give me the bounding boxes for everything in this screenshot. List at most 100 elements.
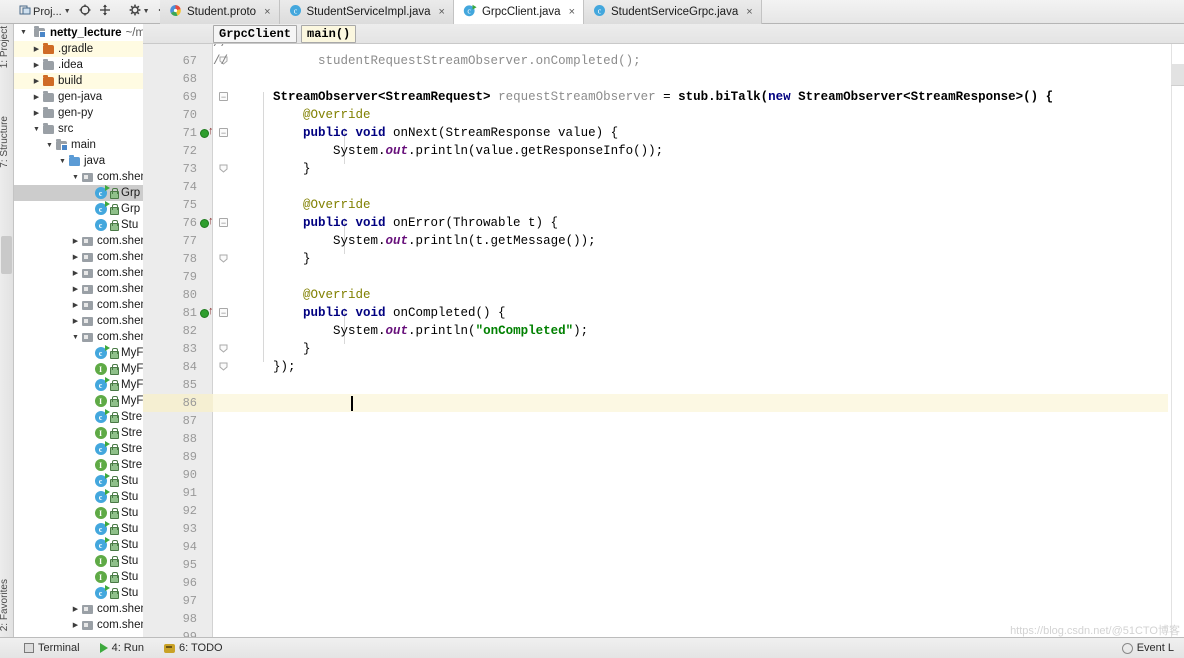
status-run-button[interactable]: 4: Run xyxy=(90,642,154,654)
chevron-right-icon[interactable]: ▶ xyxy=(70,253,81,261)
code-token: out xyxy=(385,234,409,248)
chevron-right-icon[interactable]: ▶ xyxy=(31,109,42,117)
chevron-right-icon[interactable]: ▶ xyxy=(83,493,94,501)
tab-studentservicegrpc-java[interactable]: c StudentServiceGrpc.java × xyxy=(584,0,762,24)
svg-text:c: c xyxy=(467,6,471,15)
line-number: 81 xyxy=(182,306,197,320)
status-terminal-button[interactable]: Terminal xyxy=(14,642,90,654)
tree-node-label: java xyxy=(84,155,106,167)
chevron-right-icon[interactable]: ▶ xyxy=(31,93,42,101)
package-icon xyxy=(82,332,93,342)
chevron-right-icon[interactable]: ▶ xyxy=(83,541,94,549)
chevron-right-icon[interactable]: ▶ xyxy=(83,397,94,405)
lock-icon xyxy=(109,508,119,519)
chevron-right-icon[interactable]: ▶ xyxy=(70,605,81,613)
tab-studentserviceimpl-java[interactable]: c StudentServiceImpl.java × xyxy=(279,0,454,24)
close-icon[interactable]: × xyxy=(746,6,752,18)
tab-grpcclient-java[interactable]: c GrpcClient.java × xyxy=(453,0,585,24)
chevron-right-icon[interactable]: ▶ xyxy=(83,349,94,357)
code-token: stub.biTalk( xyxy=(678,90,769,104)
tool-button-label: 1: Project xyxy=(0,26,10,69)
code-token: @Override xyxy=(213,198,371,212)
package-icon xyxy=(82,620,93,630)
code-token: public void xyxy=(303,126,386,140)
chevron-right-icon[interactable]: ▶ xyxy=(31,45,42,53)
chevron-right-icon[interactable]: ▶ xyxy=(83,445,94,453)
chevron-right-icon[interactable]: ▶ xyxy=(83,205,94,213)
locate-target-button[interactable] xyxy=(76,2,94,22)
chevron-right-icon[interactable]: ▶ xyxy=(83,461,94,469)
main-toolbar: Proj... ▼ ▼ Student.proto × c StudentSer… xyxy=(0,0,1184,24)
editor-right-margin[interactable] xyxy=(1171,44,1184,637)
tree-node-label: com.shen xyxy=(97,315,147,327)
chevron-right-icon[interactable]: ▶ xyxy=(70,317,81,325)
chevron-right-icon[interactable]: ▶ xyxy=(83,509,94,517)
chevron-down-icon[interactable]: ▼ xyxy=(18,29,29,36)
chevron-right-icon[interactable]: ▶ xyxy=(83,381,94,389)
tree-node-label: gen-py xyxy=(58,107,94,119)
chevron-right-icon[interactable]: ▶ xyxy=(31,77,42,85)
status-todo-button[interactable]: 6: TODO xyxy=(154,642,233,654)
editor-gutter[interactable]: 67 68 69 70 71 ↑ 72 73 74 75 76 ↑ 77 78 79 80 81 ↑ 82 83 84 8… xyxy=(143,44,214,637)
settings-button[interactable]: ▼ xyxy=(126,2,153,22)
chevron-right-icon[interactable]: ▶ xyxy=(70,285,81,293)
chevron-down-icon[interactable]: ▼ xyxy=(57,158,68,165)
chevron-right-icon[interactable]: ▶ xyxy=(83,365,94,373)
lock-icon xyxy=(109,188,119,199)
chevron-right-icon[interactable]: ▶ xyxy=(83,221,94,229)
code-token: studentRequestStreamObserver.onCompleted… xyxy=(228,54,641,68)
expand-all-button[interactable] xyxy=(96,2,114,22)
chevron-right-icon[interactable]: ▶ xyxy=(83,589,94,597)
chevron-right-icon[interactable]: ▶ xyxy=(83,477,94,485)
chevron-down-icon[interactable]: ▼ xyxy=(70,334,81,341)
tool-button-project[interactable]: 1: Project xyxy=(0,26,10,68)
chevron-right-icon[interactable]: ▶ xyxy=(83,525,94,533)
package-icon xyxy=(82,604,93,614)
chevron-down-icon[interactable]: ▼ xyxy=(64,8,71,15)
chevron-down-icon[interactable]: ▼ xyxy=(143,8,150,15)
chevron-right-icon[interactable]: ▶ xyxy=(83,573,94,581)
chevron-right-icon[interactable]: ▶ xyxy=(70,301,81,309)
code-token: // xyxy=(213,54,229,68)
breadcrumb-class[interactable]: GrpcClient xyxy=(213,24,298,43)
close-icon[interactable]: × xyxy=(569,6,575,18)
line-number: 80 xyxy=(182,288,197,302)
chevron-right-icon[interactable]: ▶ xyxy=(70,621,81,629)
folder-icon xyxy=(43,74,54,86)
code-line: System.out.println("onCompleted"); xyxy=(213,322,588,340)
chevron-down-icon[interactable]: ▼ xyxy=(70,174,81,181)
status-event-log-button[interactable]: Event L xyxy=(1112,642,1184,654)
chevron-right-icon[interactable]: ▶ xyxy=(83,429,94,437)
gear-icon xyxy=(129,4,141,19)
chevron-down-icon[interactable]: ▼ xyxy=(44,142,55,149)
chevron-down-icon[interactable]: ▼ xyxy=(31,126,42,133)
tab-student-proto[interactable]: Student.proto × xyxy=(160,0,280,24)
close-icon[interactable]: × xyxy=(439,6,445,18)
vertical-scrollbar[interactable] xyxy=(1171,64,1184,86)
tool-button-structure[interactable]: 7: Structure xyxy=(0,116,10,168)
chevron-right-icon[interactable]: ▶ xyxy=(83,557,94,565)
tree-node-label: Stu xyxy=(121,587,139,599)
chevron-right-icon[interactable]: ▶ xyxy=(83,189,94,197)
chevron-right-icon[interactable]: ▶ xyxy=(31,61,42,69)
chevron-right-icon[interactable]: ▶ xyxy=(70,269,81,277)
line-number: 70 xyxy=(182,108,197,122)
line-number: 83 xyxy=(182,342,197,356)
code-token: out xyxy=(385,324,409,338)
protobuf-icon xyxy=(169,4,182,20)
line-number: 75 xyxy=(182,198,197,212)
tool-button-favorites[interactable]: 2: Favorites xyxy=(0,579,10,631)
expand-icon xyxy=(99,4,111,19)
tree-node-label: MyF xyxy=(121,379,144,391)
breadcrumb-method[interactable]: main() xyxy=(301,24,357,43)
line-number: 94 xyxy=(182,540,197,554)
code-content[interactable]: //// studentRequestStreamObserver.onComp… xyxy=(213,44,1168,637)
chevron-right-icon[interactable]: ▶ xyxy=(83,413,94,421)
scrollbar-thumb[interactable] xyxy=(1,236,12,274)
close-icon[interactable]: × xyxy=(264,6,270,18)
tree-node-label: com.shen xyxy=(97,331,147,343)
chevron-right-icon[interactable]: ▶ xyxy=(70,237,81,245)
tree-node-label: Stre xyxy=(121,459,143,471)
project-view-button[interactable]: Proj... ▼ xyxy=(16,2,74,22)
